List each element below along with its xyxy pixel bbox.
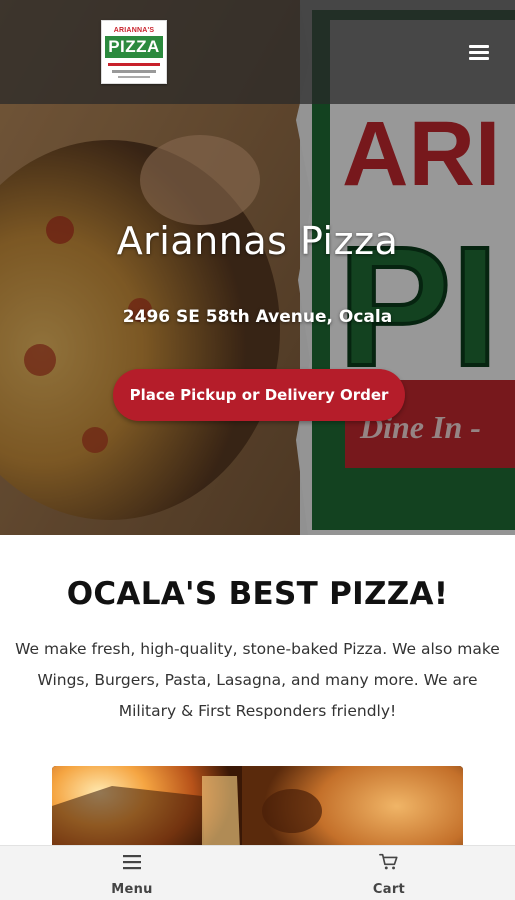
- logo-phone-line: [118, 76, 150, 78]
- logo-divider: [108, 63, 160, 66]
- section-description: We make fresh, high-quality, stone-baked…: [15, 640, 500, 720]
- nav-item-label: Menu: [111, 882, 153, 897]
- place-order-button[interactable]: Place Pickup or Delivery Order: [113, 369, 405, 421]
- hamburger-icon[interactable]: [465, 40, 493, 64]
- logo-tagline-line: [112, 70, 156, 73]
- logo-main-text: PIZZA: [105, 36, 163, 58]
- menu-list-icon: [123, 855, 141, 870]
- nav-item-cart[interactable]: Cart: [324, 846, 454, 900]
- nav-item-menu[interactable]: Menu: [67, 846, 197, 900]
- logo-top-text: ARIANNA'S: [113, 27, 155, 34]
- top-bar: ARIANNA'S PIZZA: [0, 0, 515, 104]
- nav-item-label: Cart: [372, 882, 406, 897]
- cart-icon: [379, 853, 398, 870]
- app-page: ARI PI Dine In - ARIANNA'S PIZZA Arianna…: [0, 0, 515, 900]
- brand-logo[interactable]: ARIANNA'S PIZZA: [101, 20, 167, 84]
- section-title: OCALA'S BEST PIZZA!: [66, 576, 449, 612]
- bottom-nav: Menu Cart: [0, 845, 515, 900]
- hero-section: ARI PI Dine In - ARIANNA'S PIZZA Arianna…: [0, 0, 515, 535]
- restaurant-name: Ariannas Pizza: [116, 219, 399, 263]
- restaurant-address: 2496 SE 58th Avenue, Ocala: [122, 307, 393, 327]
